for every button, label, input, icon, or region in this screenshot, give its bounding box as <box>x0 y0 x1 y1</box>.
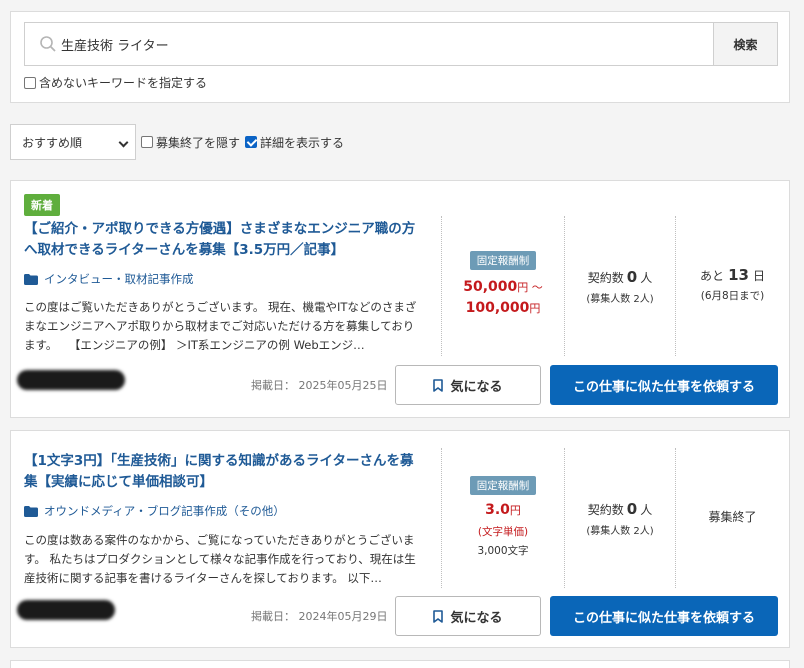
job-card: 新着 【ご紹介・アポ取りできる方優遇】さまざまなエンジニア職の方へ取材できるライ… <box>10 180 790 418</box>
folder-icon <box>24 273 38 285</box>
job-card: 【1文字3円】「生産技術」に関する知識があるライターさんを募集【実績に応じて単価… <box>10 430 790 648</box>
sort-selected-label: おすすめ順 <box>22 135 83 150</box>
bookmark-icon <box>433 378 444 392</box>
show-details-option[interactable]: 詳細を表示する <box>245 134 344 151</box>
search-input[interactable] <box>61 23 711 65</box>
deadline-column: 募集終了 <box>675 448 789 588</box>
request-similar-button[interactable]: この仕事に似た仕事を依頼する <box>550 596 778 636</box>
contract-column: 契約数 0 人 (募集人数 2人) <box>564 448 675 588</box>
contract-count: 契約数 0 人 <box>565 268 675 286</box>
hide-closed-checkbox[interactable] <box>141 136 153 148</box>
price-type-badge: 固定報酬制 <box>469 476 537 495</box>
deadline-unit: 日 <box>752 269 765 283</box>
request-similar-button[interactable]: この仕事に似た仕事を依頼する <box>550 365 778 405</box>
show-details-label: 詳細を表示する <box>260 135 345 150</box>
deadline-prefix: あと <box>700 269 725 283</box>
job-description: この度は数ある案件のなかから、ご覧になっていただきありがとうございます。 私たち… <box>24 533 416 585</box>
price-basis: (文字単価) <box>477 526 529 538</box>
deadline-date: (6月8日まで) <box>700 290 765 302</box>
contract-unit: 人 <box>640 271 653 285</box>
job-category[interactable]: インタビュー・取材記事作成 <box>24 271 194 287</box>
contract-column: 契約数 0 人 (募集人数 2人) <box>564 216 675 356</box>
price-to: 100,000 <box>465 300 530 316</box>
search-bar: 検索 <box>24 22 778 66</box>
deadline-days: 13 <box>728 266 749 284</box>
exclude-keywords-option[interactable]: 含めないキーワードを指定する <box>24 74 207 91</box>
posted-date: 掲載日： 2024年05月29日 <box>251 610 388 623</box>
contract-number: 0 <box>626 500 638 518</box>
job-description: この度はご覧いただきありがとうございます。 現在、機電やITなどのさまざまなエン… <box>24 300 417 352</box>
character-count: 3,000文字 <box>477 545 529 557</box>
posted-date: 掲載日： 2025年05月25日 <box>251 379 388 392</box>
price-column: 固定報酬制 50,000円 〜 100,000円 <box>441 216 564 356</box>
job-category-label: オウンドメディア・ブログ記事作成（その他） <box>44 504 285 518</box>
price-column: 固定報酬制 3.0円 (文字単価) 3,000文字 <box>441 448 564 588</box>
price-unit: 円 <box>509 504 521 517</box>
client-name-redacted <box>17 600 115 620</box>
contract-label: 契約数 <box>587 503 624 517</box>
status-closed: 募集終了 <box>708 510 757 524</box>
price-from-unit: 円 〜 <box>517 281 543 294</box>
chevron-down-icon <box>118 137 129 148</box>
deadline-column: あと 13 日 (6月8日まで) <box>675 216 789 356</box>
price-from: 50,000 <box>463 279 518 295</box>
search-panel: 検索 含めないキーワードを指定する <box>10 11 790 103</box>
favorite-label: 気になる <box>450 379 503 395</box>
contract-count: 契約数 0 人 <box>565 500 675 518</box>
job-card-partial <box>10 660 790 668</box>
price-per-char: 3.0円 <box>442 500 564 521</box>
applicants-count: (募集人数 2人) <box>586 294 654 305</box>
applicants-count: (募集人数 2人) <box>586 526 654 537</box>
search-button[interactable]: 検索 <box>713 23 777 65</box>
hide-closed-label: 募集終了を隠す <box>156 135 241 150</box>
price-type-badge: 固定報酬制 <box>469 251 537 270</box>
price-to-unit: 円 <box>529 302 541 315</box>
filter-bar: おすすめ順 募集終了を隠す 詳細を表示する <box>10 124 344 160</box>
show-details-checkbox[interactable] <box>245 136 258 148</box>
hide-closed-option[interactable]: 募集終了を隠す <box>141 134 240 151</box>
deadline-remaining: あと 13 日 <box>676 266 789 284</box>
price-range: 50,000円 〜 100,000円 <box>442 277 564 319</box>
job-category[interactable]: オウンドメディア・ブログ記事作成（その他） <box>24 503 285 519</box>
new-badge: 新着 <box>24 194 60 216</box>
contract-label: 契約数 <box>587 271 624 285</box>
folder-icon <box>24 505 38 517</box>
job-title-link[interactable]: 【ご紹介・アポ取りできる方優遇】さまざまなエンジニア職の方へ取材できるライターさ… <box>24 219 424 261</box>
job-category-label: インタビュー・取材記事作成 <box>44 272 194 286</box>
client-name-redacted <box>17 370 125 390</box>
contract-number: 0 <box>626 268 638 286</box>
exclude-keywords-checkbox[interactable] <box>24 76 36 89</box>
price-value: 3.0 <box>485 502 510 518</box>
favorite-button[interactable]: 気になる <box>395 365 541 405</box>
sort-select[interactable]: おすすめ順 <box>10 124 136 160</box>
favorite-button[interactable]: 気になる <box>395 596 541 636</box>
search-icon <box>40 36 56 52</box>
exclude-keywords-label: 含めないキーワードを指定する <box>39 76 208 90</box>
favorite-label: 気になる <box>450 610 503 626</box>
job-title-link[interactable]: 【1文字3円】「生産技術」に関する知識があるライターさんを募集【実績に応じて単価… <box>24 451 424 493</box>
bookmark-icon <box>433 609 444 623</box>
contract-unit: 人 <box>640 503 653 517</box>
